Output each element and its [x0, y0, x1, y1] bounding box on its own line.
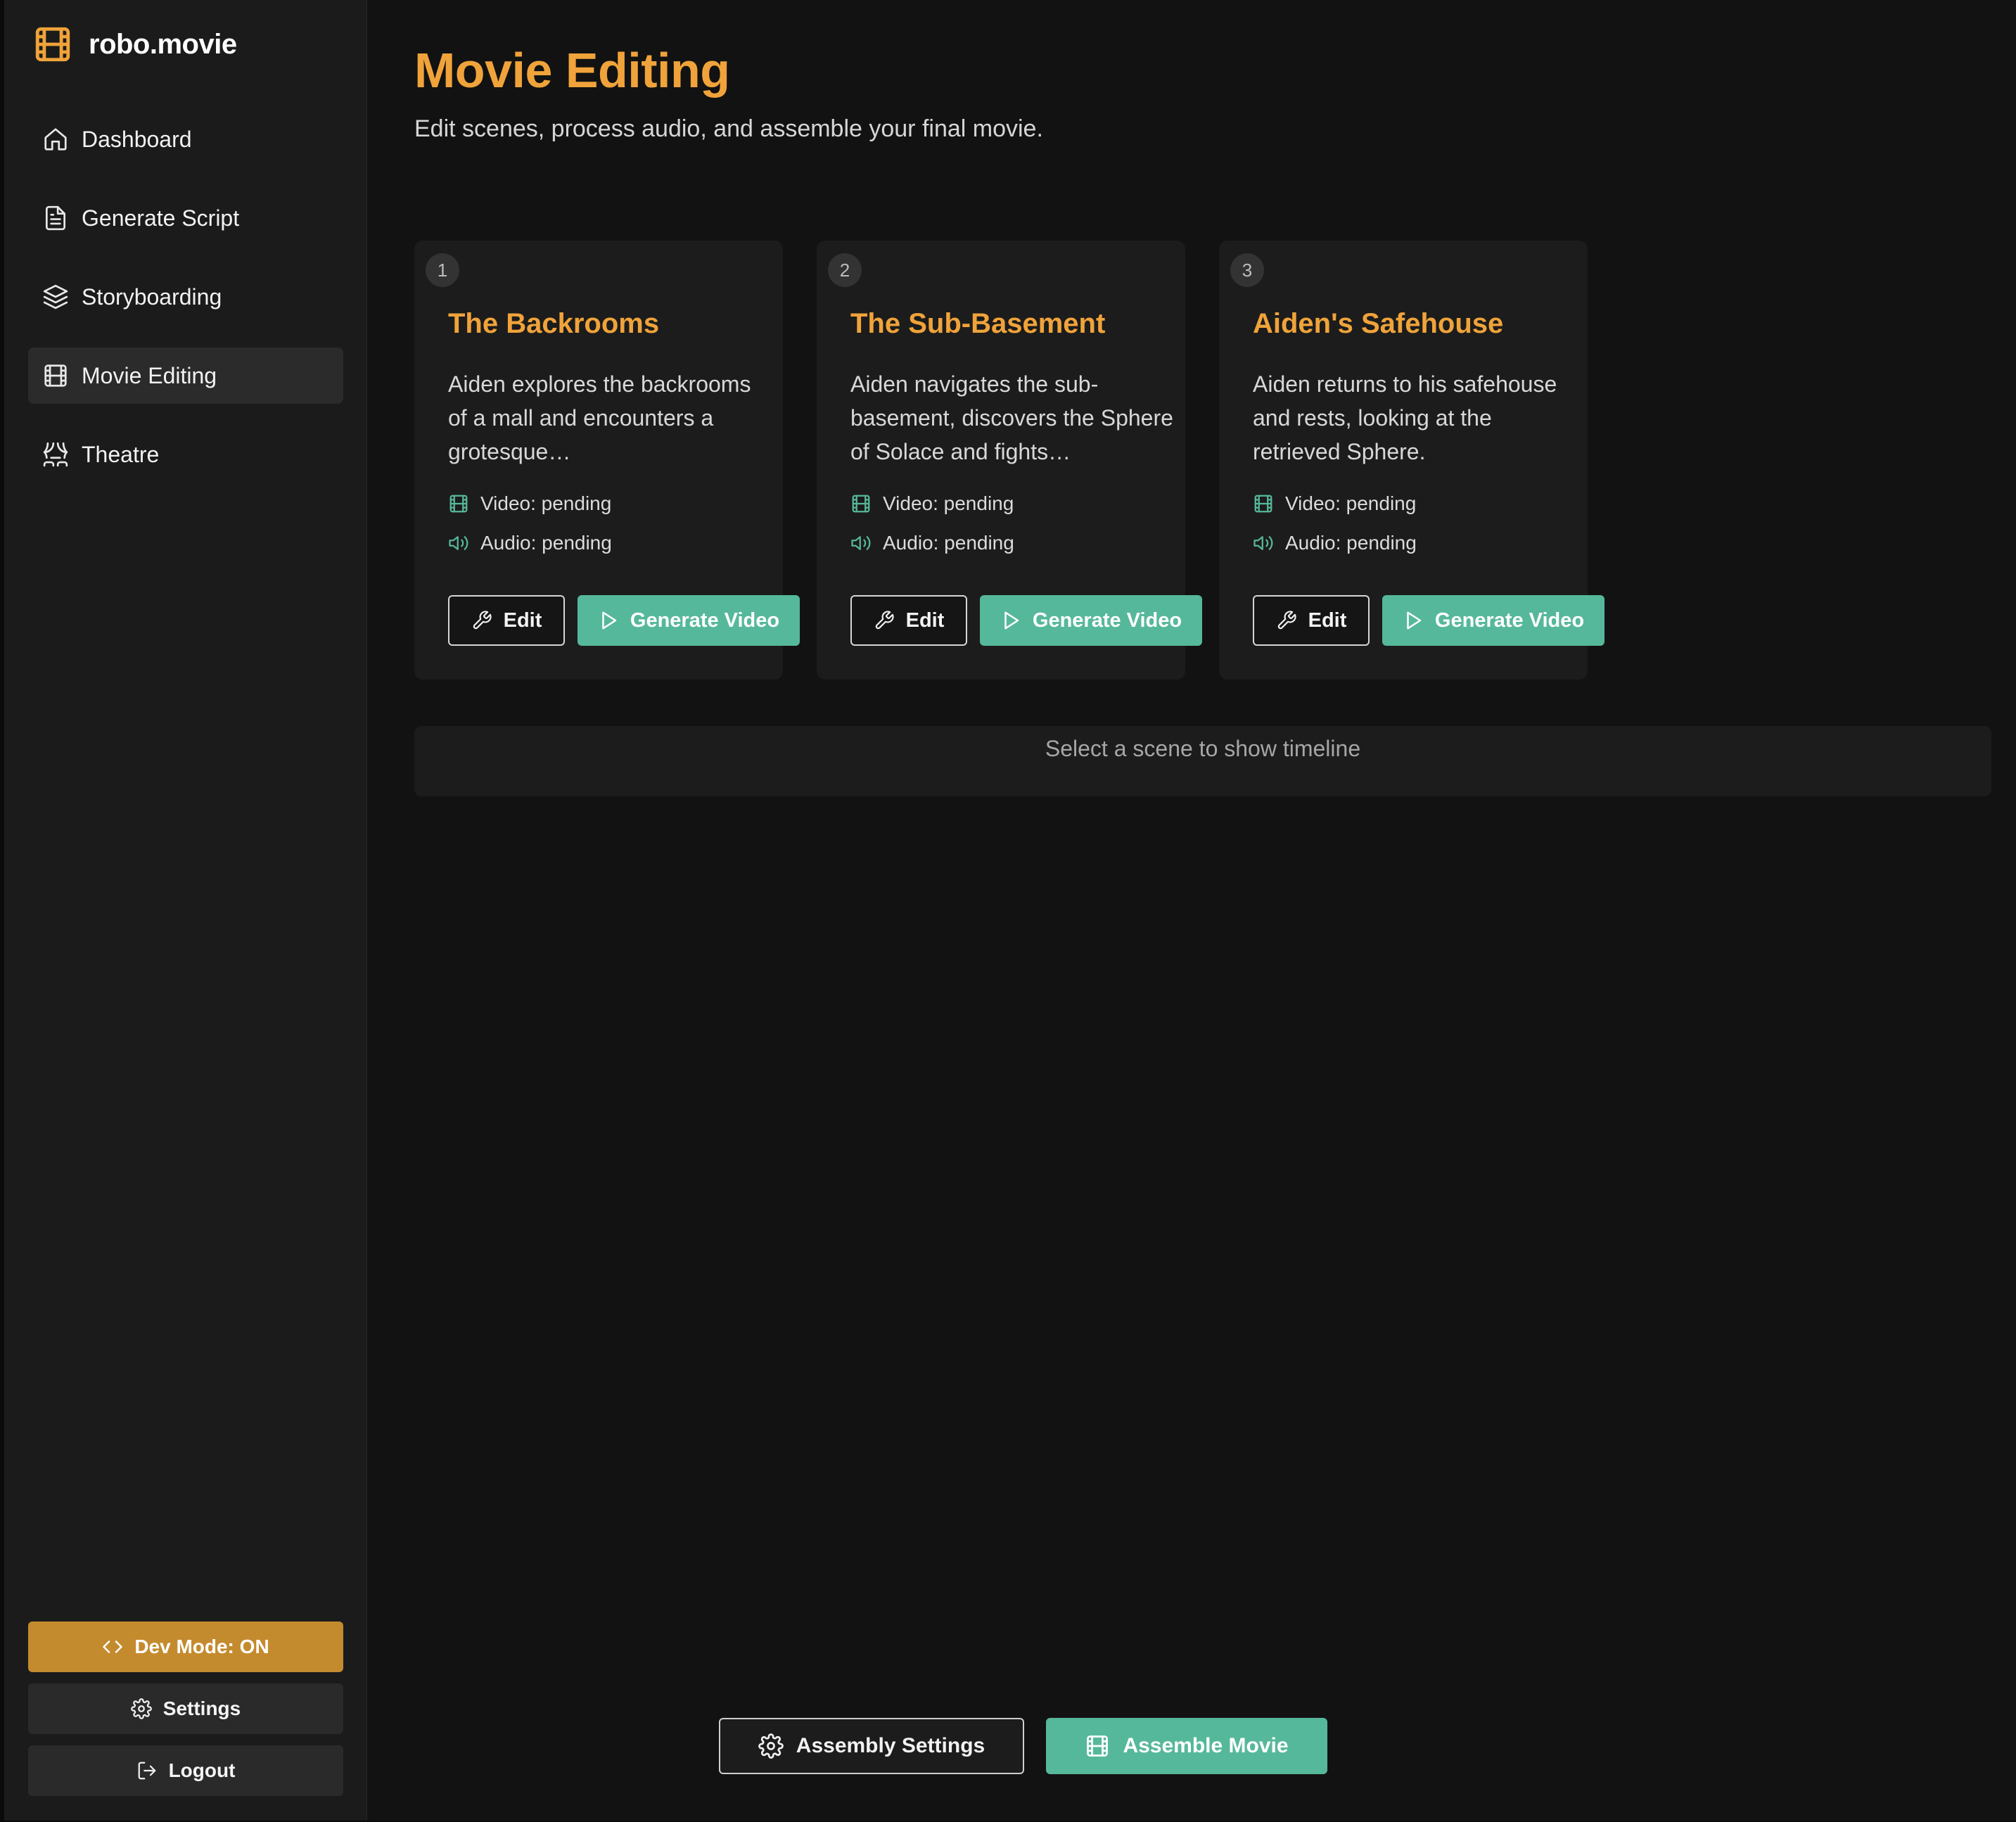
scene-number-badge: 3	[1230, 253, 1264, 287]
edit-scene-button[interactable]: Edit	[448, 595, 565, 646]
generate-video-button[interactable]: Generate Video	[578, 595, 800, 646]
audio-status-text: Audio: pending	[883, 532, 1014, 554]
audio-status: Audio: pending	[850, 532, 1014, 554]
assemble-movie-button[interactable]: Assemble Movie	[1046, 1718, 1327, 1774]
sidebar-item-generate-script[interactable]: Generate Script	[28, 190, 343, 246]
theatre-icon	[42, 441, 69, 468]
home-icon	[42, 126, 69, 153]
timeline-placeholder: Select a scene to show timeline	[1045, 735, 1361, 761]
assembly-settings-label: Assembly Settings	[796, 1734, 985, 1757]
film-icon	[42, 362, 69, 389]
edit-label: Edit	[905, 609, 945, 632]
brand[interactable]: robo.movie	[32, 23, 237, 66]
dev-mode-label: Dev Mode: ON	[134, 1636, 269, 1657]
generate-video-button[interactable]: Generate Video	[1382, 595, 1604, 646]
video-status-text: Video: pending	[1285, 492, 1417, 514]
scene-description: Aiden navigates the sub-basement, discov…	[850, 371, 1173, 464]
file-text-icon	[42, 205, 69, 231]
video-status: Video: pending	[1253, 492, 1416, 515]
dev-mode-toggle[interactable]: Dev Mode: ON	[28, 1622, 343, 1672]
settings-button[interactable]: Settings	[28, 1683, 343, 1734]
film-icon	[448, 493, 469, 514]
volume-icon	[448, 533, 469, 554]
sidebar: robo.movie Dashboard Generate Script Sto…	[4, 0, 367, 1821]
scene-description: Aiden explores the backrooms of a mall a…	[448, 371, 751, 464]
wrench-icon	[1276, 610, 1297, 631]
edit-label: Edit	[503, 609, 542, 632]
film-logo-icon	[32, 24, 73, 65]
assemble-movie-label: Assemble Movie	[1123, 1734, 1289, 1757]
layers-icon	[42, 284, 69, 310]
sidebar-item-dashboard[interactable]: Dashboard	[28, 111, 343, 167]
generate-video-label: Generate Video	[630, 609, 780, 632]
play-icon	[1403, 610, 1424, 631]
sidebar-item-label: Storyboarding	[82, 284, 222, 310]
page-subtitle: Edit scenes, process audio, and assemble…	[414, 115, 1043, 142]
sidebar-item-label: Generate Script	[82, 205, 240, 231]
app-window: robo.movie Dashboard Generate Script Sto…	[4, 0, 2016, 1821]
logout-label: Logout	[168, 1759, 236, 1781]
sidebar-item-label: Movie Editing	[82, 362, 217, 388]
play-icon	[1000, 610, 1021, 631]
audio-status-text: Audio: pending	[480, 532, 612, 554]
timeline-panel: Select a scene to show timeline	[414, 726, 1991, 796]
sidebar-item-movie-editing[interactable]: Movie Editing	[28, 348, 343, 404]
play-icon	[598, 610, 619, 631]
film-icon	[1253, 493, 1274, 514]
film-icon	[850, 493, 872, 514]
video-status: Video: pending	[448, 492, 611, 515]
page-title: Movie Editing	[414, 43, 730, 98]
edit-scene-button[interactable]: Edit	[850, 595, 967, 646]
audio-status: Audio: pending	[1253, 532, 1417, 554]
sidebar-item-theatre[interactable]: Theatre	[28, 426, 343, 483]
film-icon	[1085, 1733, 1110, 1759]
scene-title: The Sub-Basement	[850, 308, 1106, 339]
audio-status: Audio: pending	[448, 532, 612, 554]
generate-video-label: Generate Video	[1032, 609, 1182, 632]
main-content: Movie Editing Edit scenes, process audio…	[366, 0, 2016, 1821]
scene-description: Aiden returns to his safehouse and rests…	[1253, 371, 1557, 464]
edit-scene-button[interactable]: Edit	[1253, 595, 1370, 646]
generate-video-button[interactable]: Generate Video	[980, 595, 1202, 646]
edit-label: Edit	[1308, 609, 1347, 632]
gear-icon	[130, 1698, 152, 1719]
scene-number-badge: 2	[828, 253, 862, 287]
app-name: robo.movie	[89, 28, 237, 60]
logout-icon	[136, 1760, 158, 1781]
logout-button[interactable]: Logout	[28, 1745, 343, 1796]
wrench-icon	[471, 610, 492, 631]
generate-video-label: Generate Video	[1434, 609, 1585, 632]
sidebar-item-storyboarding[interactable]: Storyboarding	[28, 269, 343, 325]
scene-number-badge: 1	[426, 253, 459, 287]
assembly-settings-button[interactable]: Assembly Settings	[719, 1718, 1024, 1774]
sidebar-nav: Dashboard Generate Script Storyboarding …	[28, 111, 343, 505]
audio-status-text: Audio: pending	[1285, 532, 1417, 554]
volume-icon	[850, 533, 872, 554]
sidebar-item-label: Theatre	[82, 441, 160, 467]
scene-card[interactable]: 3 Aiden's Safehouse Aiden returns to his…	[1219, 241, 1604, 680]
video-status-text: Video: pending	[480, 492, 612, 514]
gear-icon	[758, 1733, 784, 1759]
settings-label: Settings	[162, 1697, 241, 1719]
scene-card[interactable]: 1 The Backrooms Aiden explores the backr…	[414, 241, 800, 680]
wrench-icon	[874, 610, 895, 631]
sidebar-item-label: Dashboard	[82, 126, 192, 152]
video-status-text: Video: pending	[883, 492, 1014, 514]
code-icon	[102, 1636, 123, 1657]
video-status: Video: pending	[850, 492, 1014, 515]
scene-title: The Backrooms	[448, 308, 660, 339]
scene-title: Aiden's Safehouse	[1253, 308, 1504, 339]
scene-card[interactable]: 2 The Sub-Basement Aiden navigates the s…	[817, 241, 1202, 680]
volume-icon	[1253, 533, 1274, 554]
